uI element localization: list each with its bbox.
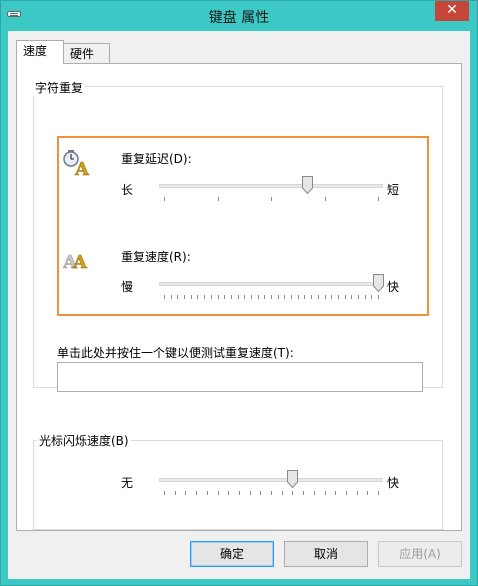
slider-tick — [277, 295, 279, 299]
slider-tick — [196, 491, 198, 495]
tab-hardware[interactable]: 硬件 — [64, 43, 110, 65]
slider-tick — [378, 491, 379, 495]
repeat-delay-track — [159, 184, 383, 188]
repeat-delay-ticks — [164, 197, 379, 203]
blink-none-label: 无 — [121, 476, 134, 490]
slider-tick — [230, 295, 232, 299]
slider-tick — [170, 295, 172, 299]
slider-tick — [324, 491, 326, 495]
apply-button[interactable]: 应用(A) — [378, 541, 462, 567]
repeat-rate-label: 重复速度(R): — [121, 250, 191, 264]
slider-tick — [304, 295, 306, 299]
svg-text:A: A — [74, 159, 90, 176]
cursor-blink-label: 光标闪烁速度(B) — [37, 432, 131, 449]
window-title: 键盘 属性 — [208, 10, 270, 26]
slider-tick — [271, 197, 272, 201]
slider-tick — [164, 295, 165, 299]
slider-tick — [357, 295, 359, 299]
slider-tick — [324, 197, 326, 201]
slider-tick — [197, 295, 199, 299]
slider-tick — [250, 295, 252, 299]
dialog-client: 速度 硬件 字符重复 A 重复延迟(D): 长 短 A A 重复速度(R): 慢… — [8, 31, 470, 579]
slider-tick — [313, 491, 315, 495]
slider-tick — [378, 197, 379, 201]
rate-fast-label: 快 — [387, 280, 400, 294]
tab-speed[interactable]: 速度 — [16, 40, 64, 64]
slider-tick — [184, 295, 186, 299]
character-repeat-label: 字符重复 — [33, 79, 86, 96]
slider-tick — [356, 491, 358, 495]
delay-long-label: 长 — [121, 183, 134, 197]
repeat-rate-ticks — [164, 295, 379, 301]
slider-tick — [292, 491, 294, 495]
slider-tick — [281, 491, 283, 495]
ok-button[interactable]: 确定 — [190, 541, 274, 567]
slider-tick — [217, 491, 219, 495]
slider-tick — [317, 295, 319, 299]
repeat-rate-track — [159, 282, 383, 286]
slider-tick — [238, 491, 240, 495]
slider-tick — [271, 491, 272, 495]
slider-tick — [174, 491, 176, 495]
slider-tick — [344, 295, 346, 299]
repeat-delay-label: 重复延迟(D): — [121, 152, 192, 166]
cursor-blink-track — [159, 478, 383, 482]
slider-tick — [367, 491, 369, 495]
slider-tick — [190, 295, 192, 299]
svg-text:A: A — [72, 252, 88, 272]
slider-tick — [206, 491, 208, 495]
slider-tick — [228, 491, 230, 495]
slider-tick — [364, 295, 366, 299]
clock-letter-icon: A — [63, 150, 93, 180]
slider-tick — [335, 491, 337, 495]
slider-tick — [324, 295, 326, 299]
slider-tick — [297, 295, 299, 299]
close-icon: ✕ — [446, 2, 458, 18]
repeat-test-input[interactable] — [57, 362, 423, 392]
slider-tick — [164, 197, 165, 201]
slider-tick — [337, 295, 339, 299]
slider-tick — [224, 295, 226, 299]
slider-tick — [345, 491, 347, 495]
slider-tick — [271, 295, 272, 299]
test-field-label: 单击此处并按住一个键以便测试重复速度(T): — [57, 346, 294, 360]
slider-tick — [311, 295, 313, 299]
speed-tab-panel: 字符重复 A 重复延迟(D): 长 短 A A 重复速度(R): 慢 快 单击此… — [16, 63, 462, 531]
rate-slow-label: 慢 — [121, 280, 134, 294]
keyboard-properties-window: 键盘 属性 ✕ 速度 硬件 字符重复 A 重复延迟(D): 长 短 A A 重复… — [0, 0, 478, 586]
slider-tick — [378, 295, 379, 299]
slider-tick — [257, 295, 259, 299]
close-button[interactable]: ✕ — [435, 1, 469, 21]
slider-tick — [303, 491, 305, 495]
slider-tick — [237, 295, 239, 299]
cursor-blink-slider[interactable] — [287, 470, 299, 488]
slider-tick — [204, 295, 206, 299]
slider-tick — [244, 295, 246, 299]
cancel-button[interactable]: 取消 — [284, 541, 368, 567]
slider-tick — [217, 197, 219, 201]
repeat-rate-slider[interactable] — [373, 274, 384, 292]
blink-fast-label: 快 — [387, 476, 400, 490]
slider-tick — [210, 295, 212, 299]
slider-tick — [249, 491, 251, 495]
slider-tick — [264, 295, 266, 299]
delay-short-label: 短 — [387, 183, 400, 197]
slider-tick — [351, 295, 353, 299]
repeat-delay-slider[interactable] — [301, 176, 313, 194]
slider-tick — [185, 491, 187, 495]
double-letter-icon: A A — [62, 248, 95, 275]
title-bar[interactable]: 键盘 属性 ✕ — [1, 1, 477, 31]
slider-tick — [164, 491, 165, 495]
slider-tick — [331, 295, 333, 299]
slider-tick — [260, 491, 262, 495]
slider-tick — [371, 295, 373, 299]
cursor-blink-group — [33, 440, 443, 530]
slider-tick — [177, 295, 179, 299]
cursor-blink-ticks — [164, 491, 379, 497]
slider-tick — [291, 295, 293, 299]
slider-tick — [217, 295, 219, 299]
slider-tick — [284, 295, 286, 299]
